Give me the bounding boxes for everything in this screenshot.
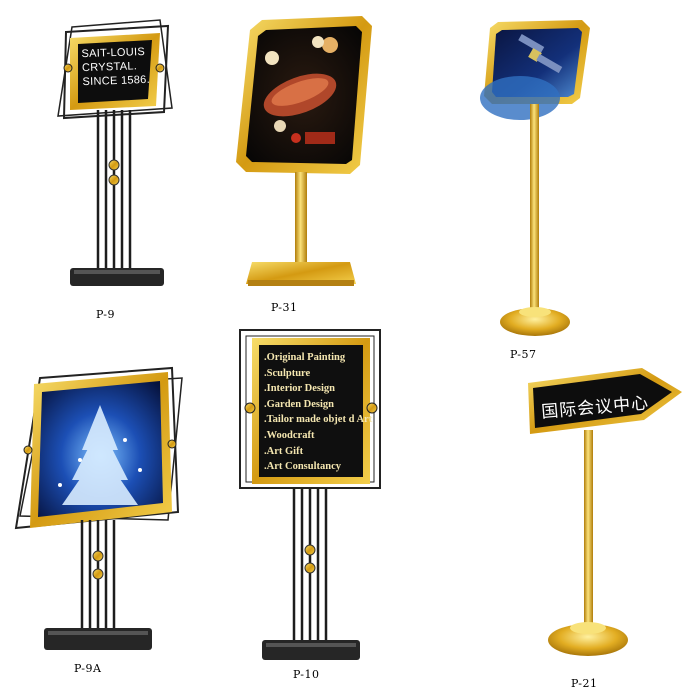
p10-sign-line: .Original Painting [264, 352, 346, 363]
p10-sign-line: .Art Gift [264, 445, 304, 457]
product-code-label: P-57 [510, 348, 537, 361]
p10-sign-line: .Garden Design [264, 398, 335, 410]
product-code-label: P-21 [571, 677, 598, 690]
p10-sign-line: .Sculpture [264, 367, 311, 379]
product-p31 [236, 16, 372, 286]
p9-legs [96, 110, 132, 268]
product-code-label: P-9A [74, 662, 102, 675]
product-code-label: P-31 [271, 301, 298, 314]
p9-sign-text: SAIT-LOUIS CRYSTAL. SINCE 1586. [81, 45, 150, 89]
p10-sign-line: .Art Consultancy [264, 461, 342, 473]
p21-pole [584, 430, 593, 626]
p10-sign-line: .Tailor made objet d Art [264, 414, 373, 426]
p10-sign-text: .Original Painting .Sculpture .Interior … [264, 350, 372, 475]
product-p57 [480, 20, 590, 336]
product-code-label: P-10 [293, 668, 320, 681]
p57-pole [530, 104, 539, 308]
p31-pole [295, 172, 307, 262]
p9-sign-line: SAIT-LOUIS [81, 45, 146, 61]
p10-sign-line: .Woodcraft [264, 429, 315, 441]
product-p9a [14, 366, 183, 650]
p9-sign-line: SINCE 1586. [82, 73, 151, 89]
p10-sign-line: .Interior Design [264, 383, 335, 395]
product-code-label: P-9 [96, 308, 116, 321]
